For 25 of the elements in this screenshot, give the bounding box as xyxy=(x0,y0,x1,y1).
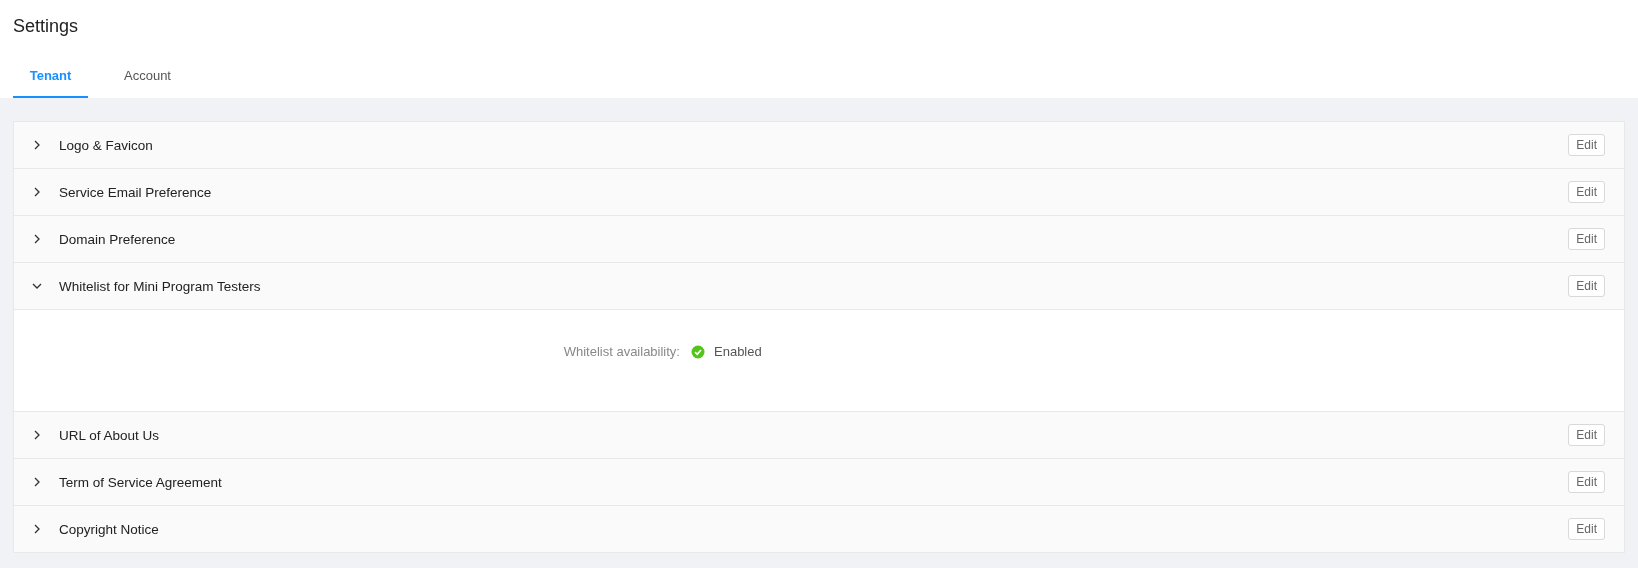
section-header[interactable]: Copyright Notice Edit xyxy=(14,506,1624,552)
section-header[interactable]: Domain Preference Edit xyxy=(14,216,1624,262)
section-header[interactable]: Term of Service Agreement Edit xyxy=(14,459,1624,505)
section-title: URL of About Us xyxy=(59,427,161,443)
section-title: Copyright Notice xyxy=(59,521,160,537)
edit-button[interactable]: Edit xyxy=(1568,275,1605,297)
edit-button[interactable]: Edit xyxy=(1568,134,1605,156)
section-title: Whitelist for Mini Program Testers xyxy=(59,278,262,294)
section-header[interactable]: Service Email Preference Edit xyxy=(14,169,1624,215)
edit-button[interactable]: Edit xyxy=(1568,518,1605,540)
edit-button[interactable]: Edit xyxy=(1568,228,1605,250)
section-title: Term of Service Agreement xyxy=(59,474,223,490)
field-value: Enabled xyxy=(714,344,762,359)
section-header[interactable]: Logo & Favicon Edit xyxy=(14,122,1624,168)
edit-button[interactable]: Edit xyxy=(1568,471,1605,493)
edit-button[interactable]: Edit xyxy=(1568,181,1605,203)
page-title: Settings xyxy=(13,15,80,38)
section-header[interactable]: URL of About Us Edit xyxy=(14,412,1624,458)
tab[interactable]: Account xyxy=(108,54,187,98)
section-title: Service Email Preference xyxy=(59,184,213,200)
field-label: Whitelist availability: xyxy=(562,344,680,359)
section-header[interactable]: Whitelist for Mini Program Testers Edit xyxy=(14,263,1624,309)
edit-button[interactable]: Edit xyxy=(1568,424,1605,446)
section-title: Logo & Favicon xyxy=(59,137,154,153)
section-title: Domain Preference xyxy=(59,231,177,247)
